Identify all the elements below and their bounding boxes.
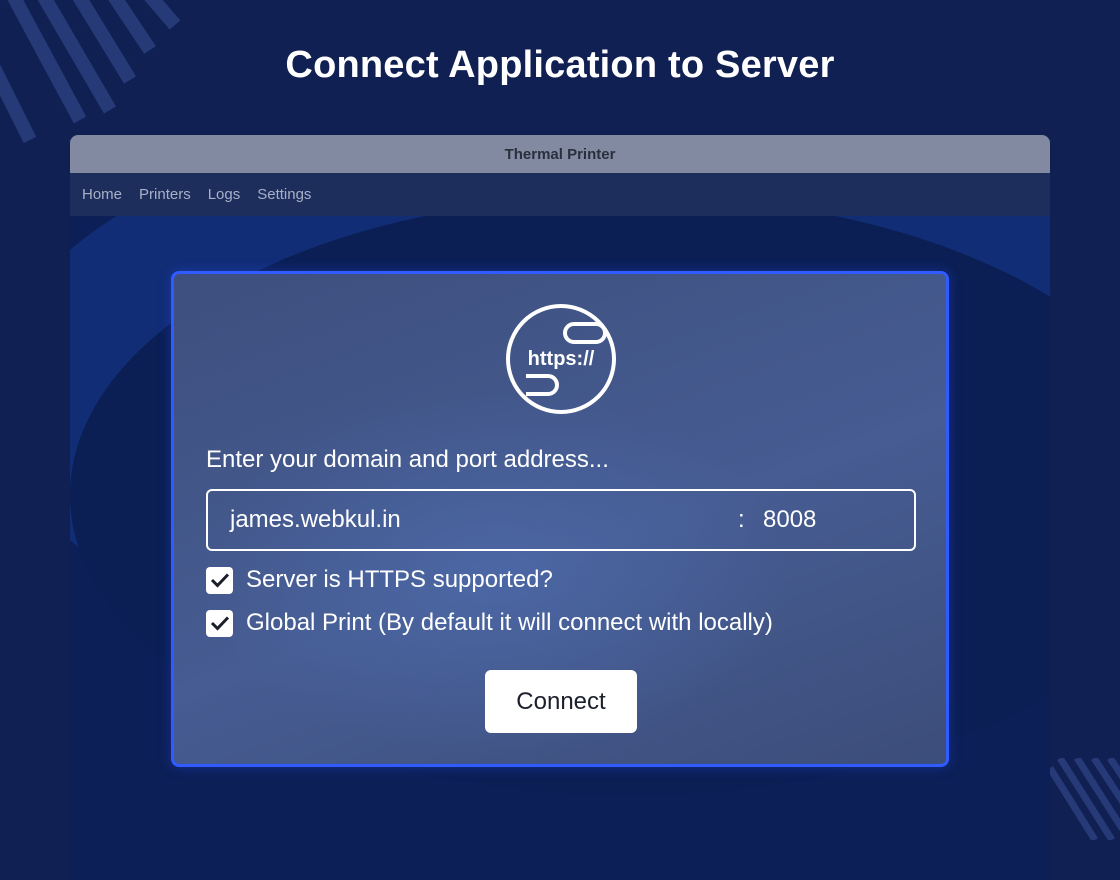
port-field[interactable]: 8008 [763, 506, 816, 534]
menu-item-home[interactable]: Home [82, 186, 122, 203]
window-title: Thermal Printer [504, 145, 616, 163]
menu-item-logs[interactable]: Logs [208, 186, 241, 203]
address-prompt: Enter your domain and port address... [206, 446, 609, 473]
https-globe-icon: https:// [506, 304, 616, 414]
global-print-option-row: Global Print (By default it will connect… [206, 609, 773, 637]
page-headline: Connect Application to Server [285, 44, 835, 86]
address-input[interactable]: james.webkul.in : 8008 [206, 489, 916, 551]
domain-field[interactable]: james.webkul.in [230, 506, 401, 534]
window-titlebar: Thermal Printer [70, 135, 1050, 173]
menu-item-settings[interactable]: Settings [257, 186, 311, 203]
menu-bar: Home Printers Logs Settings [70, 173, 1050, 216]
https-supported-checkbox[interactable] [206, 566, 233, 594]
port-separator: : [738, 506, 745, 533]
global-print-label: Global Print (By default it will connect… [246, 609, 773, 636]
connect-button[interactable]: Connect [485, 670, 637, 733]
decorative-stripes-bottom-right [1050, 758, 1120, 840]
https-option-row: Server is HTTPS supported? [206, 566, 553, 594]
connect-card: https:// Enter your domain and port addr… [171, 271, 949, 767]
logo-text: https:// [528, 348, 595, 370]
app-window: Thermal Printer Home Printers Logs Setti… [70, 135, 1050, 880]
menu-item-printers[interactable]: Printers [139, 186, 191, 203]
global-print-checkbox[interactable] [206, 609, 233, 637]
checkmark-icon [210, 616, 229, 631]
https-supported-label: Server is HTTPS supported? [246, 566, 553, 593]
checkmark-icon [210, 573, 229, 588]
